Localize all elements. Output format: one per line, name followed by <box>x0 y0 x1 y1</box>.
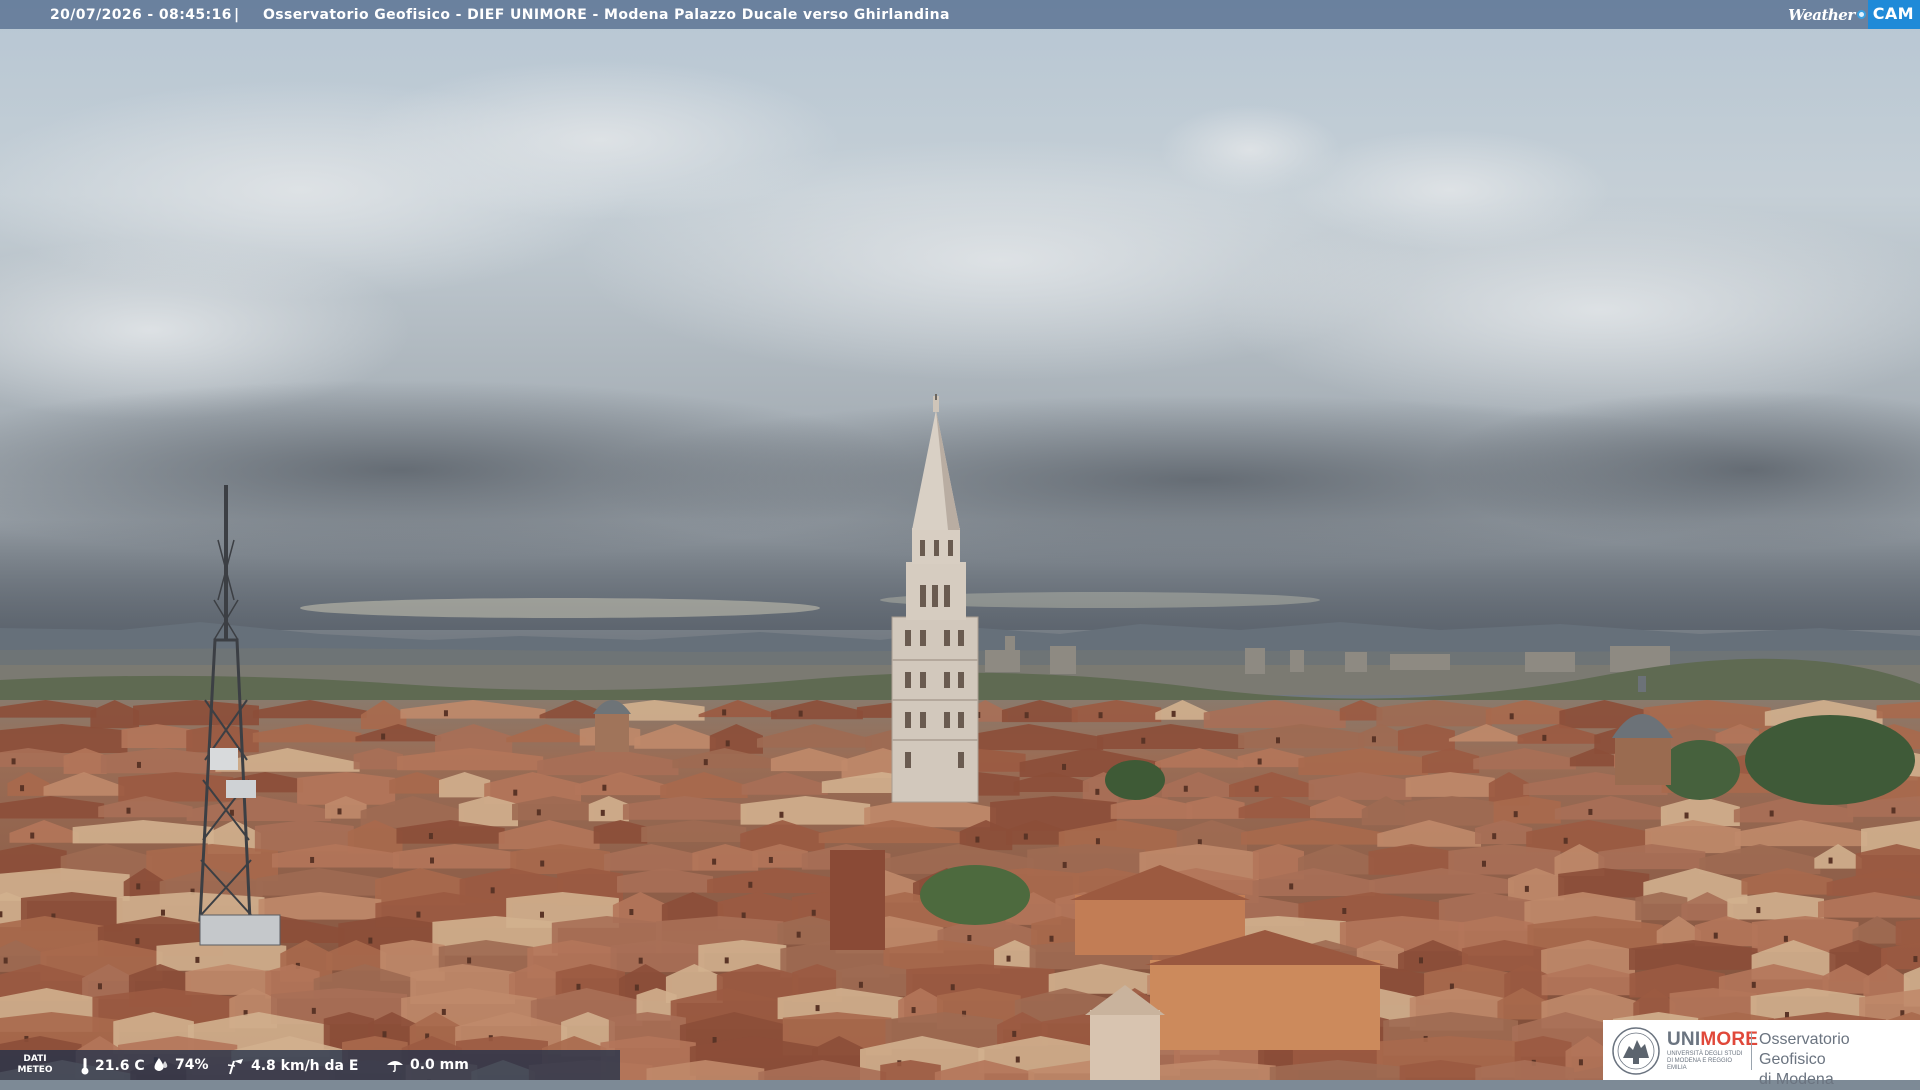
meteo-label-line1: DATI <box>16 1054 54 1065</box>
unimore-wordmark: UNIMORE <box>1667 1029 1758 1051</box>
weathercam-logo-cam: CAM <box>1868 0 1920 29</box>
wind-value: 4.8 km/h da E <box>251 1058 358 1074</box>
weathercam-logo-weather: Weather <box>1788 6 1855 24</box>
unimore-logo-panel: UNIMORE UNIVERSITÀ DEGLI STUDI DI MODENA… <box>1603 1020 1920 1080</box>
humidity-value: 74% <box>175 1057 209 1073</box>
weathercam-logo: Weather CAM <box>1788 0 1920 29</box>
logo-divider <box>1751 1032 1752 1070</box>
observatory-name: Osservatorio Geofisico di Modena <box>1759 1030 1920 1090</box>
unimore-subtitle: UNIVERSITÀ DEGLI STUDI DI MODENA E REGGI… <box>1667 1051 1749 1072</box>
temperature-reading: 21.6 C <box>80 1057 145 1075</box>
unimore-wordmark-uni: UNI <box>1667 1029 1700 1050</box>
wind-reading: 4.8 km/h da E <box>226 1057 358 1075</box>
top-caption-bar: 20/07/2026 - 08:45:16 | Osservatorio Geo… <box>0 0 1920 29</box>
timestamp: 20/07/2026 - 08:45:16 <box>50 7 232 23</box>
humidity-reading: 74% <box>152 1057 209 1073</box>
observatory-name-line1: Osservatorio Geofisico <box>1759 1030 1920 1070</box>
rain-reading: 0.0 mm <box>385 1057 469 1073</box>
unimore-seal-icon <box>1611 1026 1661 1076</box>
temperature-value: 21.6 C <box>95 1058 145 1074</box>
meteo-label-line2: METEO <box>16 1065 54 1076</box>
rain-value: 0.0 mm <box>410 1057 469 1073</box>
weathercam-dot-icon <box>1857 10 1866 19</box>
thermometer-icon <box>80 1057 90 1075</box>
dome-left <box>593 700 631 752</box>
webcam-image <box>0 0 1920 1080</box>
caption-separator: | <box>234 7 240 23</box>
meteo-data-bar: DATI METEO 21.6 C 74% 4.8 km/h da E 0.0 … <box>0 1050 620 1080</box>
rain-gauge-icon <box>385 1057 405 1073</box>
camera-title: Osservatorio Geofisico - DIEF UNIMORE - … <box>263 7 950 23</box>
humidity-drop-icon <box>152 1057 170 1073</box>
observatory-name-line2: di Modena <box>1759 1070 1920 1090</box>
unimore-wordmark-more: MORE <box>1700 1029 1758 1050</box>
wind-icon <box>226 1057 246 1075</box>
meteo-label: DATI METEO <box>16 1054 54 1076</box>
